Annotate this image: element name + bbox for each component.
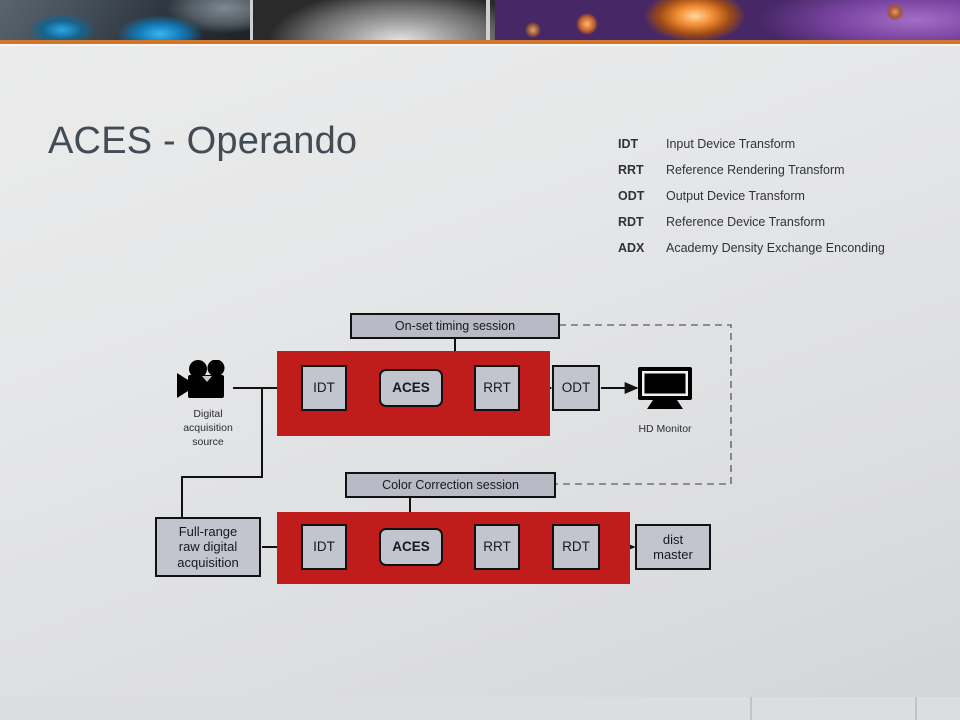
top-chain-box-idt[interactable]: IDT [301, 365, 347, 411]
top-chain-box-rrt[interactable]: RRT [474, 365, 520, 411]
bottom-chain-box-idt[interactable]: IDT [301, 524, 347, 570]
full-range-line2: raw digital [178, 539, 238, 555]
bottom-chain-box-rrt[interactable]: RRT [474, 524, 520, 570]
aces-workflow-diagram: On-set timing session Color Correction s… [0, 0, 960, 720]
full-range-source-box[interactable]: Full-range raw digital acquisition [155, 517, 261, 577]
footer-bar [0, 697, 960, 720]
source-caption-line1: Digital [193, 408, 223, 420]
full-range-line3: acquisition [177, 554, 239, 570]
source-caption: Digital acquisition source [163, 408, 253, 450]
hd-monitor-label: HD Monitor [638, 423, 692, 435]
dist-master-line2: master [653, 547, 693, 562]
bottom-chain-box-aces[interactable]: ACES [379, 528, 443, 566]
hd-monitor-icon [638, 367, 692, 414]
source-caption-line3: source [192, 435, 224, 448]
bottom-chain-box-rdt[interactable]: RDT [552, 524, 600, 570]
dist-master-line1: dist [662, 531, 684, 547]
full-range-line1: Full-range [178, 524, 238, 539]
movie-camera-icon [176, 359, 236, 407]
source-caption-line2: acquisition [183, 421, 233, 434]
top-chain-box-aces[interactable]: ACES [379, 369, 443, 407]
top-chain-box-odt[interactable]: ODT [552, 365, 600, 411]
dist-master-box[interactable]: dist master [635, 524, 711, 570]
footer-divider-1 [750, 697, 752, 720]
color-correction-session-box[interactable]: Color Correction session [345, 472, 556, 498]
on-set-timing-session-box[interactable]: On-set timing session [350, 313, 560, 339]
footer-divider-2 [915, 697, 917, 720]
